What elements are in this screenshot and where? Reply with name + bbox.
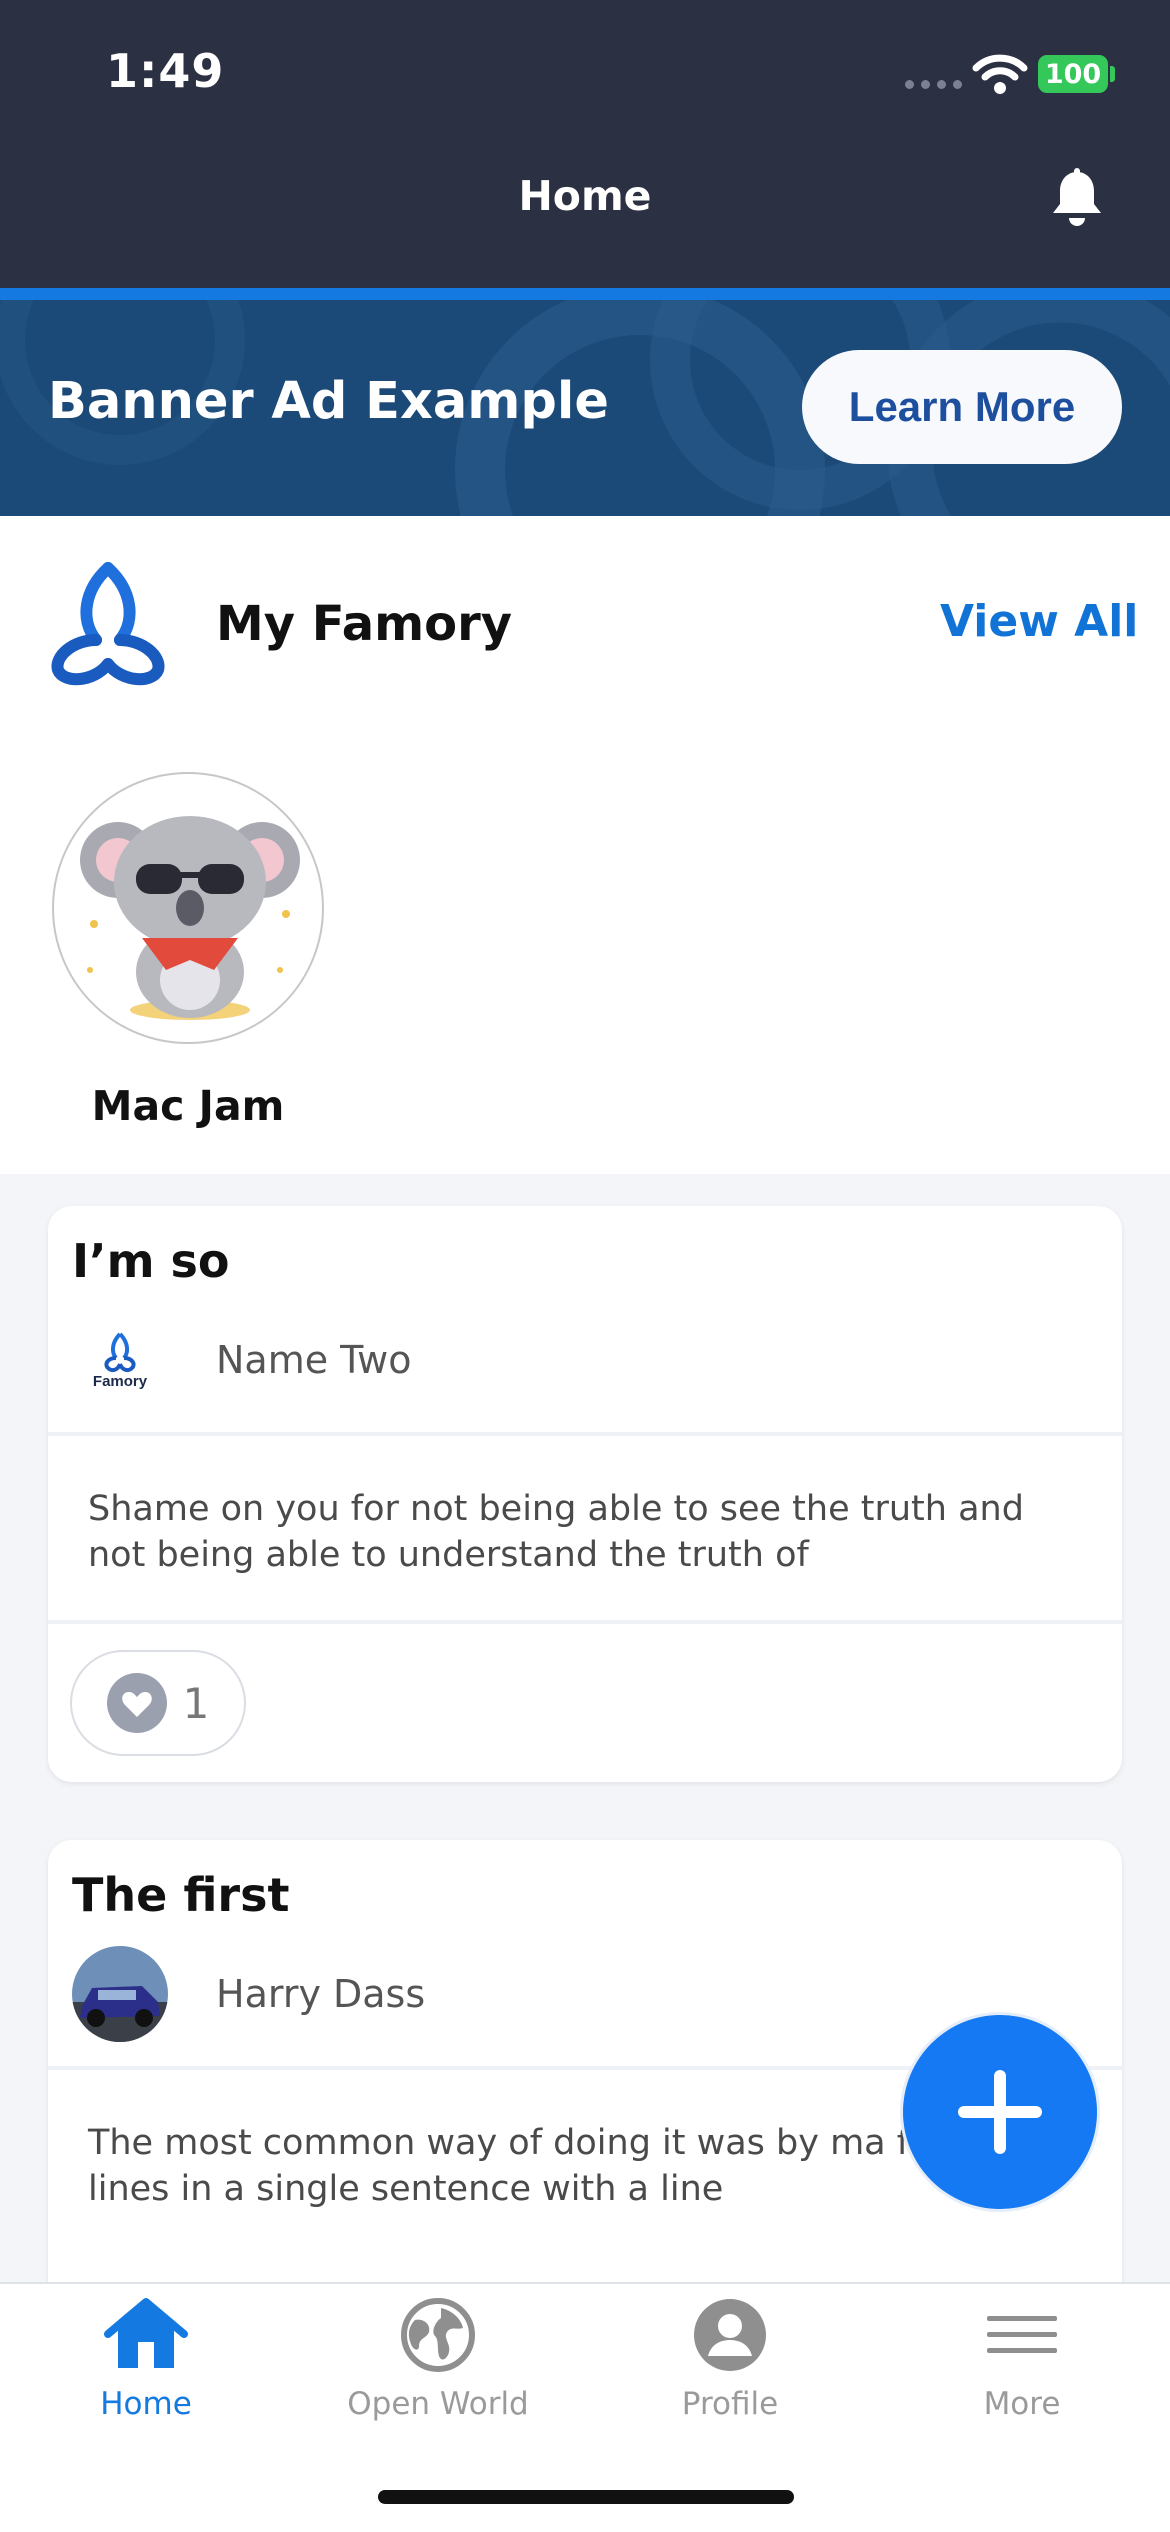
nav-label: Home xyxy=(100,2386,192,2422)
heart-icon xyxy=(106,1673,167,1733)
like-count: 1 xyxy=(182,1678,210,1728)
nav-label: Open World xyxy=(347,2386,529,2422)
post-title: I’m so xyxy=(72,1234,230,1288)
banner-title: Banner Ad Example xyxy=(48,372,609,431)
battery-cap xyxy=(1110,66,1115,82)
famory-small-logo-icon: Famory xyxy=(93,1332,148,1390)
divider xyxy=(48,1620,1122,1624)
post-title: The first xyxy=(72,1868,290,1922)
my-famory-section: My Famory View All Mac Jam xyxy=(0,516,1170,1174)
wifi-icon xyxy=(972,54,1028,94)
author-avatar xyxy=(72,1946,168,2042)
section-title: My Famory xyxy=(216,596,513,652)
fab-circle xyxy=(903,2015,1097,2209)
signal-icon xyxy=(905,80,962,89)
like-button[interactable]: 1 xyxy=(70,1650,246,1756)
koala-avatar-illustration xyxy=(80,816,300,1020)
car-photo-avatar xyxy=(72,1946,168,2042)
author-row[interactable]: Harry Dass xyxy=(72,1944,425,2044)
nav-item-home[interactable]: Home xyxy=(0,2298,292,2422)
page-title: Home xyxy=(518,172,652,220)
post-card[interactable]: I’m so Famory Name Two Shame on you for … xyxy=(48,1206,1122,1782)
author-row[interactable]: Famory Name Two xyxy=(72,1310,411,1410)
famory-logo-icon xyxy=(51,562,165,686)
status-time: 1:49 xyxy=(106,44,225,98)
header-accent-line xyxy=(0,288,1170,300)
author-name: Name Two xyxy=(216,1338,412,1382)
globe-icon xyxy=(401,2298,475,2372)
menu-icon xyxy=(987,2316,1057,2353)
bell-icon[interactable] xyxy=(1048,168,1106,230)
author-name: Harry Dass xyxy=(216,1972,426,2016)
post-body: Shame on you for not being able to see t… xyxy=(88,1489,1024,1575)
author-avatar: Famory xyxy=(72,1312,168,1408)
nav-item-more[interactable]: More xyxy=(876,2298,1168,2422)
banner-ad[interactable]: Banner Ad Example Learn More xyxy=(0,300,1170,516)
nav-label: More xyxy=(983,2386,1061,2422)
member-avatar[interactable] xyxy=(52,772,324,1044)
nav-item-profile[interactable]: Profile xyxy=(584,2298,876,2422)
nav-label: Profile xyxy=(681,2386,779,2422)
plus-icon xyxy=(958,2070,1042,2154)
top-bar: 1:49 100 Home xyxy=(0,0,1170,288)
profile-icon xyxy=(694,2299,766,2371)
learn-more-button[interactable]: Learn More xyxy=(802,350,1122,464)
nav-item-open-world[interactable]: Open World xyxy=(292,2298,584,2422)
create-post-button[interactable] xyxy=(900,2012,1100,2212)
home-indicator[interactable] xyxy=(378,2490,794,2504)
view-all-link[interactable]: View All xyxy=(940,596,1138,647)
battery-indicator: 100 xyxy=(1038,55,1108,93)
divider xyxy=(48,1432,1122,1436)
famory-logo-text: Famory xyxy=(93,1373,148,1390)
home-icon xyxy=(104,2298,188,2368)
member-name: Mac Jam xyxy=(91,1082,285,1130)
